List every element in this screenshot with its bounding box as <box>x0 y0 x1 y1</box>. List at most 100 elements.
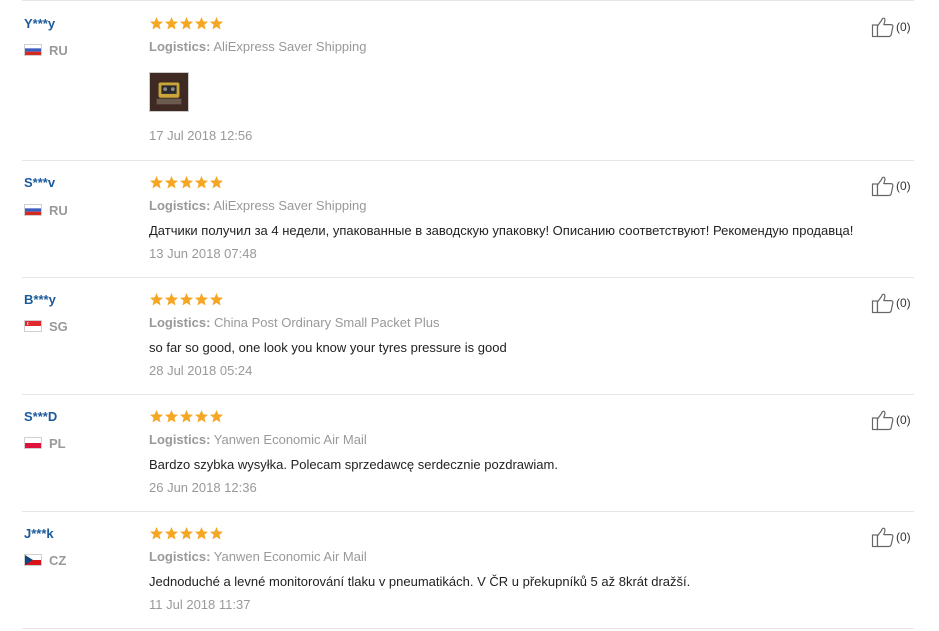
star-icon <box>179 292 194 307</box>
helpful-vote-button[interactable]: (0) <box>871 175 911 197</box>
logistics-info: Logistics: Yanwen Economic Air Mail <box>149 549 367 564</box>
logistics-label: Logistics: <box>149 549 211 564</box>
star-rating <box>149 292 224 308</box>
reviewer-country: RU <box>24 202 68 218</box>
review-item: J***k CZ Logistics: Yanwen Economic Air … <box>0 511 939 631</box>
thumbs-up-icon <box>871 16 895 38</box>
helpful-count: (0) <box>896 179 911 193</box>
review-text: Jednoduché a levné monitorování tlaku v … <box>149 574 691 589</box>
star-rating <box>149 526 224 542</box>
cz-flag-icon <box>24 554 42 566</box>
divider <box>22 511 914 512</box>
star-icon <box>164 16 179 31</box>
star-icon <box>164 526 179 541</box>
sg-flag-icon <box>24 320 42 332</box>
review-date: 26 Jun 2018 12:36 <box>149 480 257 495</box>
helpful-vote-button[interactable]: (0) <box>871 292 911 314</box>
review-photo-thumbnail[interactable] <box>149 72 189 112</box>
review-item: B***y SG Logistics: China Post Ordinary … <box>0 277 939 394</box>
review-text: Bardzo szybka wysyłka. Polecam sprzedawc… <box>149 457 558 472</box>
divider <box>22 277 914 278</box>
helpful-vote-button[interactable]: (0) <box>871 409 911 431</box>
thumbs-up-icon <box>871 526 895 548</box>
review-date: 11 Jul 2018 11:37 <box>149 597 251 612</box>
helpful-count: (0) <box>896 20 911 34</box>
logistics-method: AliExpress Saver Shipping <box>213 198 367 213</box>
star-icon <box>179 409 194 424</box>
review-date: 28 Jul 2018 05:24 <box>149 363 253 378</box>
star-icon <box>209 526 224 541</box>
pl-flag-icon <box>24 437 42 449</box>
star-icon <box>149 409 164 424</box>
ru-flag-icon <box>24 44 42 56</box>
star-icon <box>164 409 179 424</box>
logistics-label: Logistics: <box>149 198 211 213</box>
star-icon <box>209 175 224 190</box>
star-icon <box>194 175 209 190</box>
review-text: Датчики получил за 4 недели, упакованные… <box>149 223 854 238</box>
logistics-method: AliExpress Saver Shipping <box>213 39 367 54</box>
thumbs-up-icon <box>871 409 895 431</box>
star-icon <box>164 292 179 307</box>
logistics-label: Logistics: <box>149 39 211 54</box>
helpful-count: (0) <box>896 530 911 544</box>
review-item: S***D PL Logistics: Yanwen Economic Air … <box>0 394 939 511</box>
star-icon <box>209 16 224 31</box>
star-rating <box>149 175 224 191</box>
star-icon <box>149 16 164 31</box>
helpful-count: (0) <box>896 413 911 427</box>
star-icon <box>194 409 209 424</box>
review-date: 17 Jul 2018 12:56 <box>149 128 253 143</box>
star-icon <box>149 526 164 541</box>
country-code: SG <box>49 318 68 334</box>
star-icon <box>209 409 224 424</box>
logistics-method: Yanwen Economic Air Mail <box>213 432 367 447</box>
thumbs-up-icon <box>871 175 895 197</box>
reviewer-name[interactable]: B***y <box>24 292 56 307</box>
reviewer-country: SG <box>24 318 68 334</box>
logistics-info: Logistics: Yanwen Economic Air Mail <box>149 432 367 447</box>
reviewer-name[interactable]: J***k <box>24 526 54 541</box>
feedback-list: Y***y RU Logistics: AliExpress Saver Shi… <box>0 0 939 631</box>
logistics-method: Yanwen Economic Air Mail <box>213 549 367 564</box>
reviewer-name[interactable]: S***D <box>24 409 57 424</box>
star-icon <box>179 175 194 190</box>
reviewer-country: RU <box>24 42 68 58</box>
helpful-vote-button[interactable]: (0) <box>871 526 911 548</box>
review-date: 13 Jun 2018 07:48 <box>149 246 257 261</box>
star-icon <box>194 292 209 307</box>
review-text: so far so good, one look you know your t… <box>149 340 507 355</box>
logistics-info: Logistics: China Post Ordinary Small Pac… <box>149 315 439 330</box>
country-code: RU <box>49 42 68 58</box>
divider <box>22 0 914 1</box>
star-icon <box>194 526 209 541</box>
star-icon <box>164 175 179 190</box>
country-code: PL <box>49 435 66 451</box>
star-icon <box>149 292 164 307</box>
divider <box>22 160 914 161</box>
country-code: RU <box>49 202 68 218</box>
reviewer-name[interactable]: Y***y <box>24 16 55 31</box>
helpful-count: (0) <box>896 296 911 310</box>
review-item: S***v RU Logistics: AliExpress Saver Shi… <box>0 160 939 277</box>
reviewer-country: CZ <box>24 552 67 568</box>
logistics-info: Logistics: AliExpress Saver Shipping <box>149 198 367 213</box>
helpful-vote-button[interactable]: (0) <box>871 16 911 38</box>
star-icon <box>194 16 209 31</box>
logistics-info: Logistics: AliExpress Saver Shipping <box>149 39 367 54</box>
divider <box>22 628 914 629</box>
star-icon <box>149 175 164 190</box>
divider <box>22 394 914 395</box>
star-icon <box>179 16 194 31</box>
country-code: CZ <box>49 552 67 568</box>
star-rating <box>149 16 224 32</box>
star-rating <box>149 409 224 425</box>
logistics-method: China Post Ordinary Small Packet Plus <box>214 315 440 330</box>
logistics-label: Logistics: <box>149 432 211 447</box>
thumbs-up-icon <box>871 292 895 314</box>
review-item: Y***y RU Logistics: AliExpress Saver Shi… <box>0 0 939 160</box>
star-icon <box>179 526 194 541</box>
reviewer-name[interactable]: S***v <box>24 175 55 190</box>
star-icon <box>209 292 224 307</box>
ru-flag-icon <box>24 204 42 216</box>
